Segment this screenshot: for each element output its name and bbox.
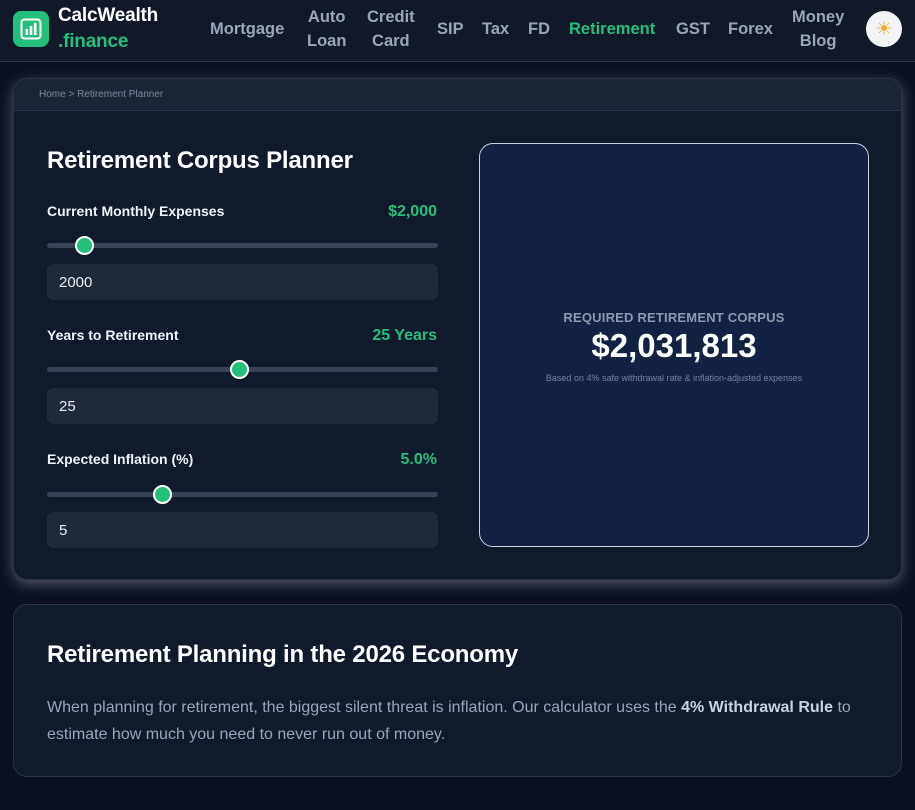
nav-item-tax[interactable]: Tax: [482, 17, 509, 41]
calculator-card: Home > Retirement Planner Retirement Cor…: [13, 78, 902, 580]
breadcrumb[interactable]: Home > Retirement Planner: [39, 89, 163, 100]
nav-item-gst[interactable]: GST: [676, 17, 710, 41]
top-navbar: CalcWealth .finance Mortgage Auto Loan C…: [0, 0, 915, 62]
monthly-expenses-slider[interactable]: [47, 236, 438, 255]
years-to-retirement-slider-thumb[interactable]: [229, 360, 249, 379]
monthly-expenses-value: $2,000: [388, 203, 437, 220]
nav-item-forex[interactable]: Forex: [728, 17, 773, 41]
nav-item-sip[interactable]: SIP: [437, 17, 464, 41]
inflation-slider-thumb[interactable]: [153, 485, 173, 504]
nav-item-fd[interactable]: FD: [528, 17, 550, 41]
theme-toggle-button[interactable]: ☀: [866, 11, 902, 47]
monthly-expenses-label: Current Monthly Expenses: [47, 203, 225, 219]
result-value: $2,031,813: [591, 327, 757, 364]
brand-domain[interactable]: .finance: [58, 31, 128, 53]
inflation-slider[interactable]: [47, 485, 438, 504]
result-panel: REQUIRED RETIREMENT CORPUS $2,031,813 Ba…: [479, 143, 869, 547]
article-body: When planning for retirement, the bigges…: [47, 699, 851, 743]
inflation-value: 5.0%: [400, 451, 437, 468]
nav-item-mortgage[interactable]: Mortgage: [210, 17, 284, 41]
result-label: REQUIRED RETIREMENT CORPUS: [563, 310, 785, 325]
years-to-retirement-value: 25 Years: [372, 327, 437, 344]
years-to-retirement-slider[interactable]: [47, 360, 438, 379]
result-note: Based on 4% safe withdrawal rate & infla…: [545, 373, 803, 383]
sun-icon: ☀: [875, 18, 893, 40]
monthly-expenses-slider-thumb[interactable]: [75, 236, 95, 255]
nav-item-auto-loan[interactable]: Auto Loan: [307, 5, 346, 53]
nav-item-money-blog[interactable]: Money Blog: [792, 5, 844, 53]
monthly-expenses-input[interactable]: [47, 264, 438, 300]
inflation-input[interactable]: [47, 512, 438, 548]
nav-item-retirement[interactable]: Retirement: [569, 17, 655, 41]
inflation-label: Expected Inflation (%): [47, 451, 194, 467]
nav-item-credit-card[interactable]: Credit Card: [367, 5, 415, 53]
bar-chart-icon: [20, 18, 42, 40]
years-to-retirement-input[interactable]: [47, 388, 438, 424]
breadcrumb-bar: Home > Retirement Planner: [14, 79, 901, 111]
logo-icon[interactable]: [13, 11, 49, 47]
brand-name[interactable]: CalcWealth: [58, 5, 158, 27]
article-card: Retirement Planning in the 2026 Economy …: [13, 604, 902, 777]
article-title: Retirement Planning in the 2026 Economy: [47, 641, 518, 668]
article-highlight: 4% Withdrawal Rule: [681, 699, 833, 716]
years-to-retirement-label: Years to Retirement: [47, 327, 179, 343]
calculator-title: Retirement Corpus Planner: [47, 147, 353, 174]
